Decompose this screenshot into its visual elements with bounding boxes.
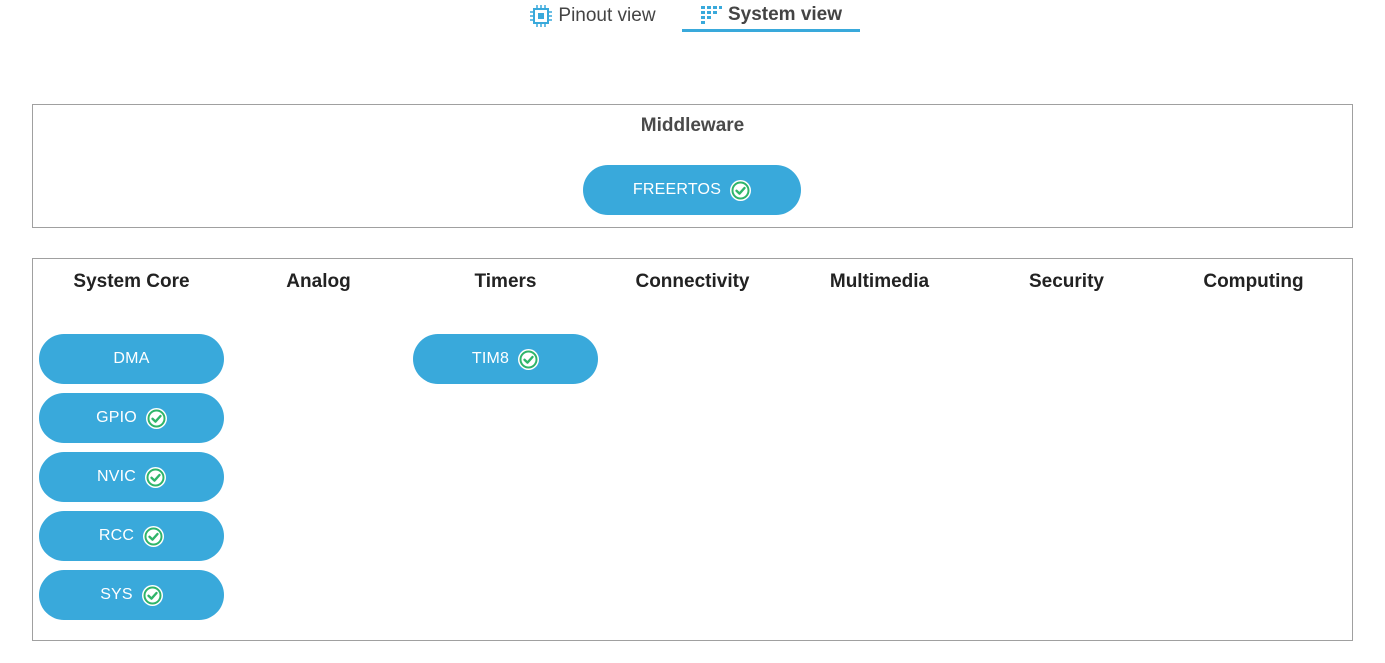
category-system-core[interactable]: System Core [38,271,225,293]
dma-button[interactable]: DMA [39,334,224,384]
dma-label: DMA [113,350,150,367]
category-multimedia[interactable]: Multimedia [786,271,973,293]
chip-icon [530,5,553,27]
freertos-button[interactable]: FREERTOS [583,165,801,215]
tim8-button[interactable]: TIM8 [413,334,598,384]
category-timers[interactable]: Timers [412,271,599,293]
gpio-label: GPIO [96,409,137,426]
category-security[interactable]: Security [973,271,1160,293]
tab-pinout-view[interactable]: Pinout view [527,0,659,32]
categories-panel: System Core Analog Timers Connectivity M… [32,258,1353,641]
rcc-button[interactable]: RCC [39,511,224,561]
tab-system-view[interactable]: System view [682,0,860,32]
middleware-title: Middleware [640,115,745,136]
check-icon [145,407,167,429]
check-icon [143,525,165,547]
category-computing[interactable]: Computing [1160,271,1347,293]
freertos-label: FREERTOS [632,181,722,198]
tab-system-view-label: System view [727,3,843,25]
sys-label: SYS [100,586,133,603]
category-connectivity[interactable]: Connectivity [599,271,786,293]
nvic-button[interactable]: NVIC [39,452,224,502]
category-analog[interactable]: Analog [225,271,412,293]
nvic-label: NVIC [96,468,137,485]
check-icon [141,584,163,606]
tab-pinout-view-label: Pinout view [558,5,656,26]
middleware-panel: Middleware FREERTOS [32,104,1353,228]
system-view-icon [700,4,722,26]
check-icon [145,466,167,488]
sys-button[interactable]: SYS [39,570,224,620]
gpio-button[interactable]: GPIO [39,393,224,443]
tim8-label: TIM8 [471,350,510,367]
check-icon [730,179,752,201]
rcc-label: RCC [98,527,135,544]
check-icon [518,348,540,370]
